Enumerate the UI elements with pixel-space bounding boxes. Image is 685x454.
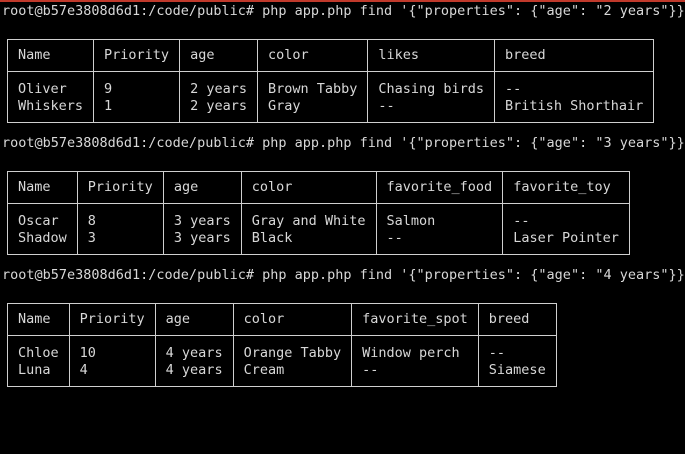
cell-value: 3 [87,230,96,246]
table-header-row: Name Priority age color favorite_spot br… [7,303,557,336]
table-cell: -- British Shorthair [494,71,655,123]
cell-value: -- [513,213,530,229]
result-table-block: Name Priority age color favorite_spot br… [0,303,685,387]
table-cell: 3 years 3 years [162,203,242,255]
cell-value: Brown Tabby [267,81,358,97]
table-header-row: Name Priority age color favorite_food fa… [7,171,630,204]
cell-value: 3 years [173,213,231,229]
table-cell: -- Laser Pointer [502,203,630,255]
cell-value: Cream [243,362,285,378]
cell-value: Luna [18,362,51,378]
table-body-row: Oscar Shadow 83 3 years 3 years Gray and W… [7,203,630,255]
cell-value: -- [386,230,403,246]
column-header: favorite_spot [351,303,479,336]
result-table: Name Priority age color favorite_spot br… [7,303,557,387]
table-cell: Gray and White Black [240,203,377,255]
cell-value: Gray [267,98,301,114]
column-header: Name [6,39,95,72]
cell-value: 4 years [165,345,223,361]
column-header: age [162,171,242,204]
cell-value: 10 [79,345,96,361]
column-header: color [232,303,353,336]
table-cell: Chloe Luna [7,335,70,387]
column-header: breed [477,303,557,336]
column-header: Priority [76,171,164,204]
window-top-border [0,0,685,2]
table-cell: Oliver Whiskers [6,71,95,123]
column-header: Name [7,171,78,204]
table-cell: Window perch -- [351,335,479,387]
column-header: age [179,39,258,72]
terminal-output[interactable]: root@b57e3808d6d1:/code/public# php app.… [0,3,685,399]
cell-value: 4 years [165,362,223,378]
table-cell: 2 years 2 years [179,71,258,123]
column-header: age [154,303,234,336]
cell-value: 4 [79,362,88,378]
table-header-row: Name Priority age color likes breed [6,39,655,72]
table-cell: Salmon -- [375,203,504,255]
cell-value: Salmon [386,213,436,229]
column-header: favorite_toy [502,171,630,204]
cell-value: 3 years [173,230,231,246]
table-body-row: Oliver Whiskers 91 2 years 2 years Brown T… [6,71,655,123]
command-line: root@b57e3808d6d1:/code/public# php app.… [2,267,685,283]
cell-value: 2 years [190,81,247,97]
cell-value: 1 [104,98,113,114]
column-header: likes [367,39,496,72]
cell-value: Laser Pointer [513,230,619,246]
result-table: Name Priority age color likes breed Oliv… [6,39,655,123]
cell-value: Shadow [18,230,67,246]
column-header: color [240,171,377,204]
cell-value: -- [505,81,522,97]
cell-value: Chasing birds [378,81,485,97]
cell-value: 9 [104,81,113,97]
cell-value: Window perch [362,345,460,361]
command-line: root@b57e3808d6d1:/code/public# php app.… [2,135,685,151]
column-header: Priority [93,39,181,72]
table-cell: 91 [93,71,181,123]
result-table: Name Priority age color favorite_food fa… [7,171,630,255]
column-header: favorite_food [375,171,504,204]
column-header: breed [494,39,655,72]
cell-value: Orange Tabby [243,345,342,361]
cell-value: -- [362,362,379,378]
table-cell: -- Siamese [477,335,557,387]
table-cell: 4 years 4 years [154,335,234,387]
cell-value: 8 [87,213,96,229]
column-header: Priority [68,303,156,336]
table-cell: 10 4 [68,335,156,387]
column-header: Name [7,303,70,336]
cell-value: 2 years [190,98,247,114]
cell-value: Black [251,230,293,246]
result-table-block: Name Priority age color favorite_food fa… [0,171,685,255]
command-line: root@b57e3808d6d1:/code/public# php app.… [2,3,685,19]
cell-value: -- [488,345,506,361]
table-cell: Chasing birds -- [367,71,496,123]
cell-value: British Shorthair [505,98,644,114]
table-cell: 83 [76,203,164,255]
result-table-block: Name Priority age color likes breed Oliv… [0,39,685,123]
cell-value: Gray and White [251,213,366,229]
table-cell: Brown Tabby Gray [256,71,369,123]
table-cell: Orange Tabby Cream [232,335,353,387]
cell-value: Oscar [18,213,59,229]
cell-value: Chloe [18,345,59,361]
cell-value: -- [378,98,395,114]
table-cell: Oscar Shadow [7,203,78,255]
cell-value: Whiskers [18,98,84,114]
column-header: color [256,39,369,72]
cell-value: Oliver [18,81,67,97]
cell-value: Siamese [488,362,546,378]
table-body-row: Chloe Luna 10 4 4 years 4 years Orange Tabb… [7,335,557,387]
